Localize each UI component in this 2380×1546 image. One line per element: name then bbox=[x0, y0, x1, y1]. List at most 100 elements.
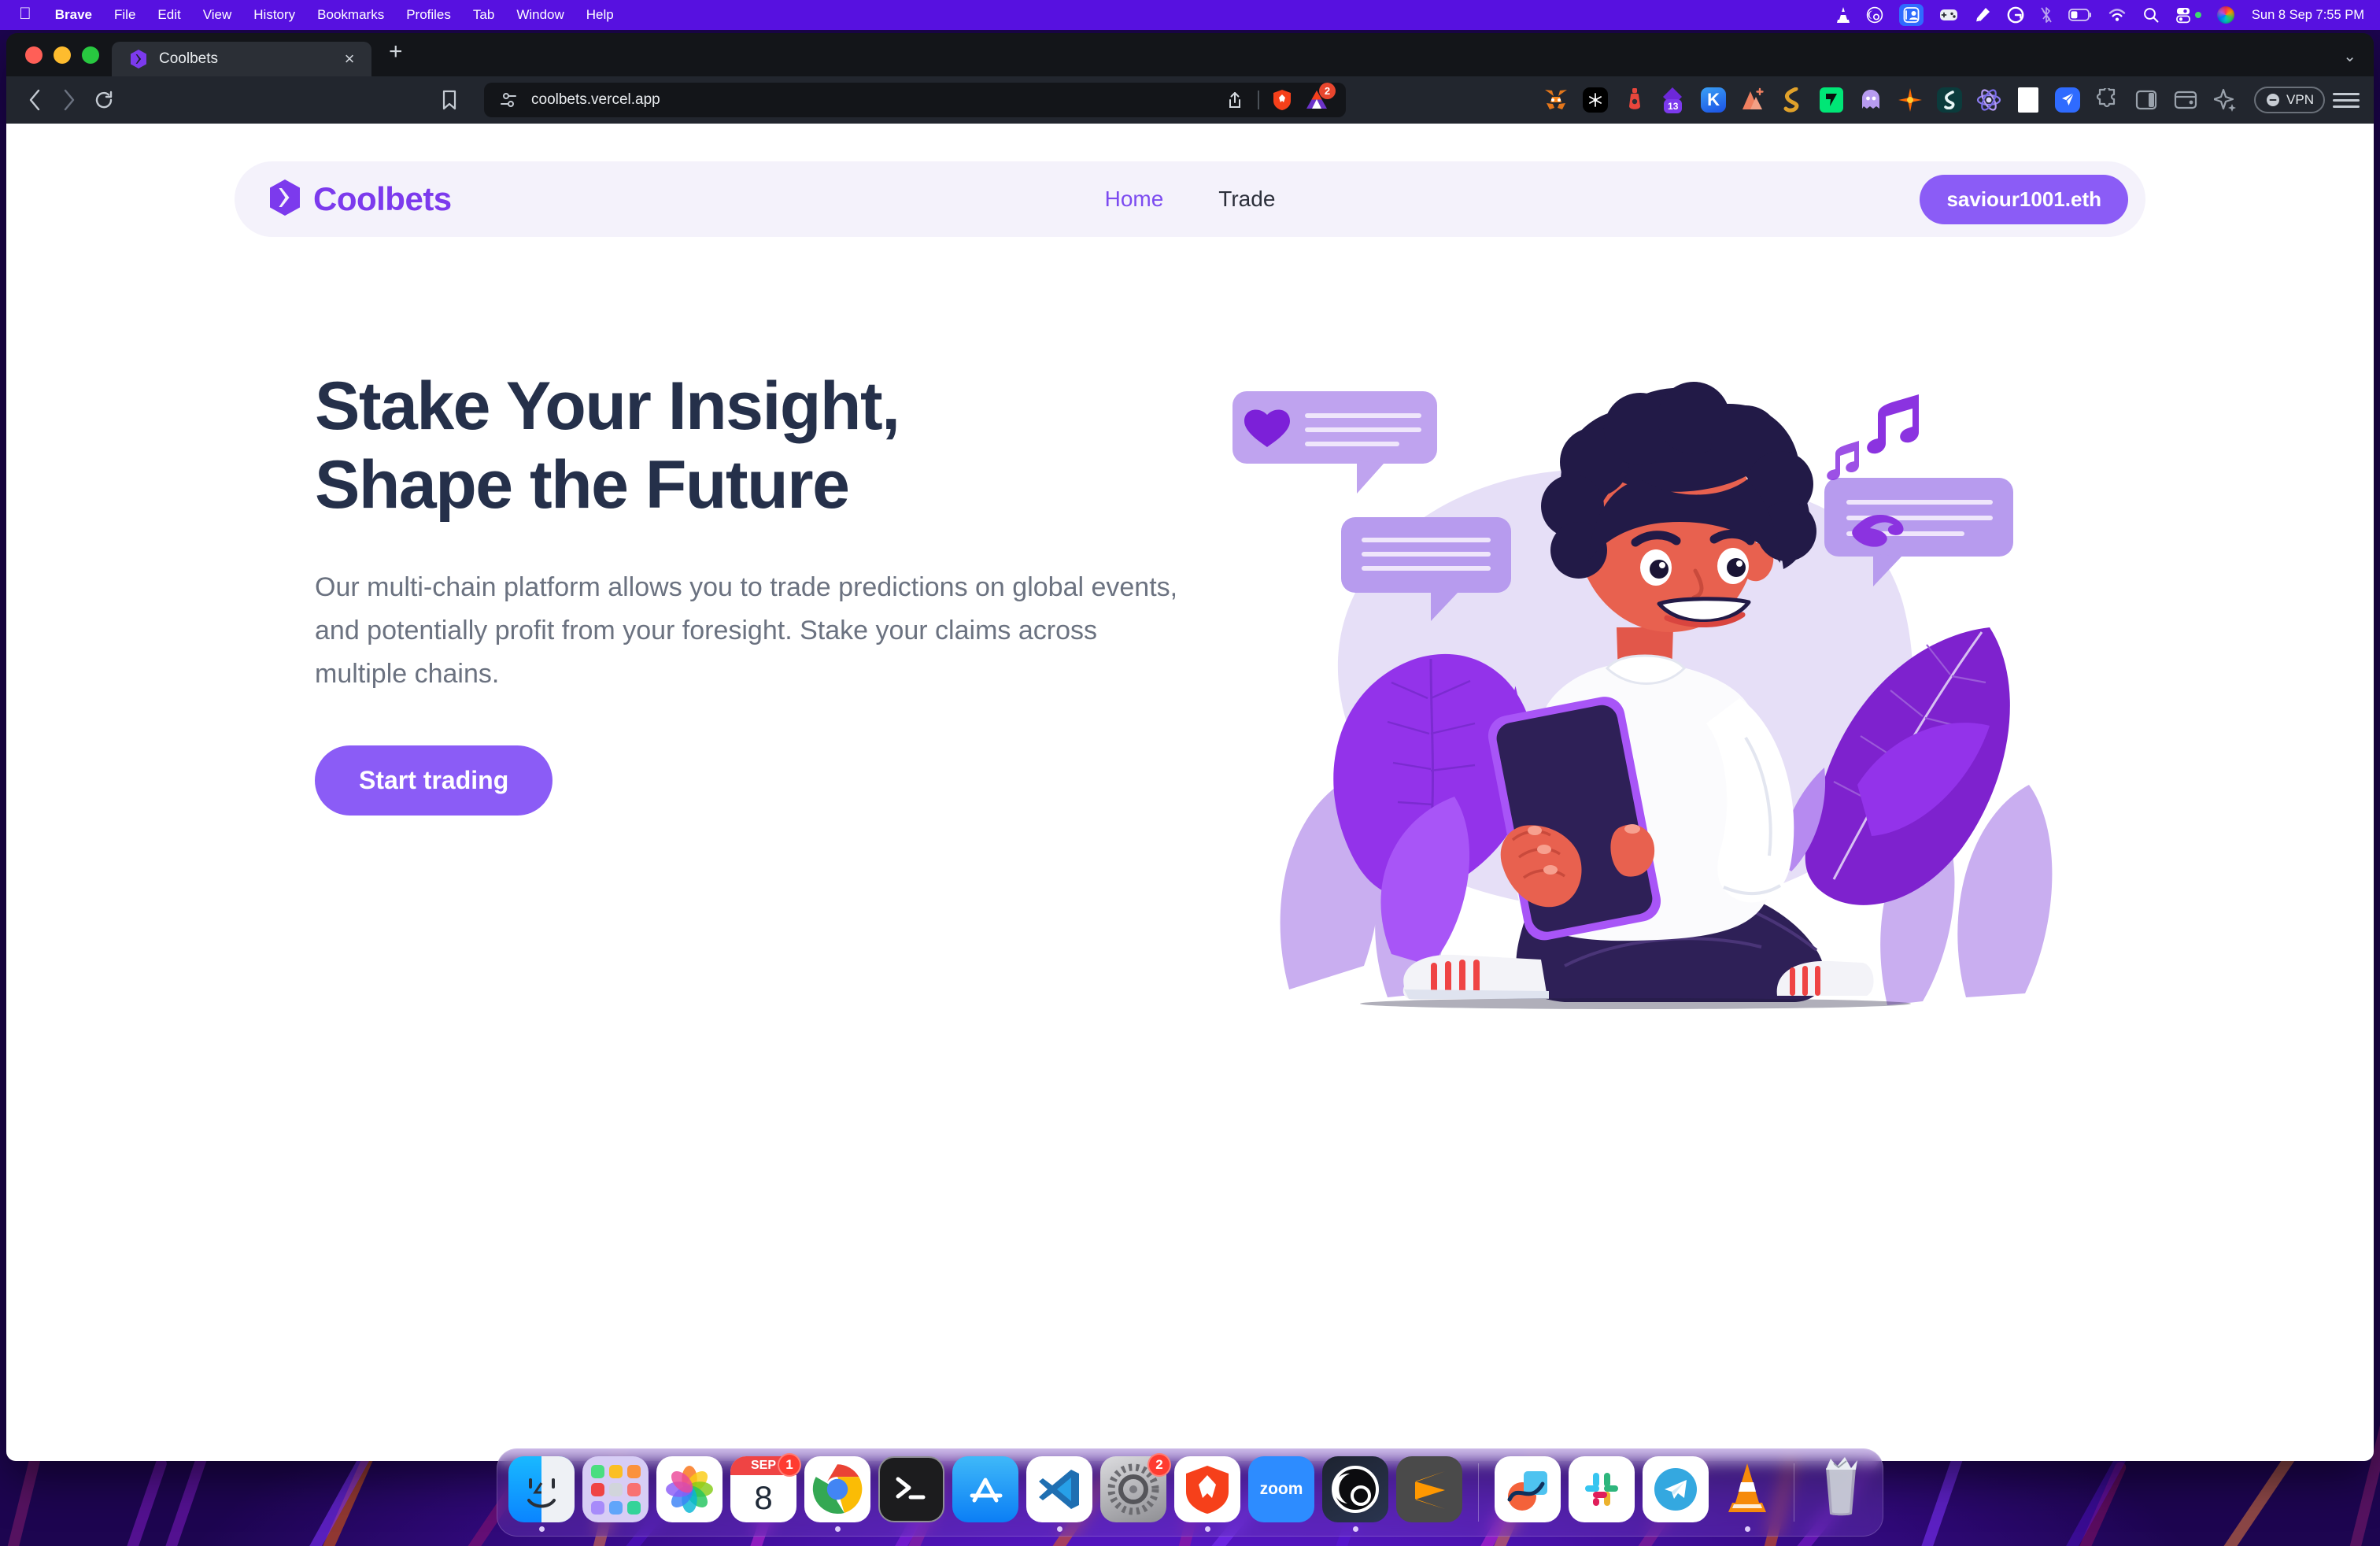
wallet-address-button[interactable]: saviour1001.eth bbox=[1920, 174, 2128, 224]
dock-item-music-app[interactable] bbox=[1495, 1453, 1561, 1532]
dock-running-dot bbox=[1673, 1526, 1679, 1532]
nav-link-home[interactable]: Home bbox=[1105, 187, 1164, 212]
screen-sharing-icon[interactable] bbox=[1891, 0, 1931, 30]
grammarly-icon[interactable] bbox=[1999, 0, 2032, 30]
checkmark-green-icon[interactable] bbox=[1816, 85, 1846, 115]
dock-item-brave-browser[interactable] bbox=[1174, 1453, 1240, 1532]
sui-wallet-icon[interactable] bbox=[1935, 85, 1964, 115]
menu-item-edit[interactable]: Edit bbox=[146, 7, 191, 23]
dock-item-google-chrome[interactable] bbox=[804, 1453, 870, 1532]
window-traffic-lights[interactable] bbox=[14, 33, 112, 76]
vlc-cone-icon[interactable] bbox=[1828, 0, 1858, 30]
dock-item-obs-studio[interactable] bbox=[1322, 1453, 1388, 1532]
dock-item-vs-code[interactable] bbox=[1026, 1453, 1092, 1532]
browser-tab-title: Coolbets bbox=[159, 50, 218, 67]
battery-icon[interactable] bbox=[2060, 0, 2100, 30]
browser-extensions-area[interactable]: 13 K bbox=[1536, 85, 2248, 115]
wifi-icon[interactable] bbox=[2100, 0, 2134, 30]
vpn-label: VPN bbox=[2286, 92, 2314, 107]
white-square-icon[interactable] bbox=[2013, 85, 2043, 115]
dock-item-system-settings[interactable]: 2 bbox=[1100, 1453, 1171, 1532]
bluetooth-off-icon[interactable] bbox=[2032, 0, 2060, 30]
dock-item-sublime-text[interactable] bbox=[1396, 1453, 1462, 1532]
red-bottle-icon[interactable] bbox=[1620, 85, 1650, 115]
dock-running-dot bbox=[1525, 1526, 1531, 1532]
dock-item-trash[interactable] bbox=[1810, 1453, 1872, 1532]
back-button[interactable] bbox=[17, 83, 52, 117]
react-atom-icon[interactable] bbox=[1974, 85, 2004, 115]
close-window-button[interactable] bbox=[25, 46, 42, 64]
minimize-window-button[interactable] bbox=[54, 46, 71, 64]
obs-icon[interactable] bbox=[1858, 0, 1891, 30]
purple-diamond-13-icon[interactable]: 13 bbox=[1659, 85, 1689, 115]
brave-shields-lion-icon[interactable] bbox=[1270, 88, 1294, 112]
menu-item-brave[interactable]: Brave bbox=[44, 7, 103, 23]
site-settings-tune-icon[interactable] bbox=[497, 88, 520, 112]
hero-illustration-column bbox=[1195, 360, 2100, 1147]
ghost-icon[interactable] bbox=[1856, 85, 1886, 115]
menu-item-history[interactable]: History bbox=[242, 7, 306, 23]
menu-item-tab[interactable]: Tab bbox=[462, 7, 505, 23]
share-icon[interactable] bbox=[1223, 88, 1247, 112]
close-tab-button[interactable]: × bbox=[340, 49, 359, 69]
dock-item-slack[interactable] bbox=[1569, 1453, 1635, 1532]
dock-item-photos[interactable] bbox=[656, 1453, 722, 1532]
sidebar-panel-icon[interactable] bbox=[2131, 85, 2161, 115]
hamburger-menu-icon[interactable] bbox=[2333, 92, 2360, 108]
dock-item-app-store[interactable] bbox=[952, 1453, 1018, 1532]
menu-item-profiles[interactable]: Profiles bbox=[395, 7, 462, 23]
dock-item-finder[interactable] bbox=[508, 1453, 575, 1532]
game-controller-icon[interactable] bbox=[1931, 0, 1966, 30]
menu-item-view[interactable]: View bbox=[192, 7, 243, 23]
macos-menu-bar[interactable]:  BraveFileEditViewHistoryBookmarksProfi… bbox=[0, 0, 2380, 30]
address-bar[interactable]: coolbets.vercel.app 2 bbox=[484, 83, 1346, 117]
nav-link-trade[interactable]: Trade bbox=[1218, 187, 1275, 212]
browser-toolbar[interactable]: coolbets.vercel.app 2 13 K VPN bbox=[6, 76, 2374, 124]
avalanche-plus-icon[interactable] bbox=[1738, 85, 1768, 115]
keplr-k-icon[interactable]: K bbox=[1698, 85, 1728, 115]
site-nav-links[interactable]: Home Trade bbox=[1105, 187, 1276, 212]
url-text[interactable]: coolbets.vercel.app bbox=[531, 91, 1212, 109]
vpn-button[interactable]: VPN bbox=[2254, 87, 2325, 113]
brave-rewards-icon[interactable]: 2 bbox=[1305, 83, 1336, 112]
dock-item-terminal[interactable] bbox=[878, 1453, 944, 1532]
snowflake-icon[interactable] bbox=[1580, 85, 1610, 115]
menu-item-help[interactable]: Help bbox=[575, 7, 625, 23]
dock-item-launchpad[interactable] bbox=[582, 1453, 649, 1532]
macos-dock[interactable]: SEP 8 1 2 zoom bbox=[497, 1448, 1883, 1537]
dock-running-dot bbox=[909, 1526, 915, 1532]
browser-tab-coolbets[interactable]: Coolbets × bbox=[112, 42, 371, 76]
menubar-clock[interactable]: Sun 8 Sep 7:55 PM bbox=[2242, 8, 2369, 23]
wallet-icon[interactable] bbox=[2171, 85, 2201, 115]
spotlight-search-icon[interactable] bbox=[2134, 0, 2168, 30]
metamask-fox-icon[interactable] bbox=[1541, 85, 1571, 115]
bookmark-icon[interactable] bbox=[432, 83, 467, 117]
menu-item-window[interactable]: Window bbox=[505, 7, 575, 23]
maximize-window-button[interactable] bbox=[82, 46, 99, 64]
menu-items[interactable]: Brave File Edit View History Bookmarks Profile… bbox=[44, 7, 625, 23]
clipboard-manager-icon[interactable] bbox=[1966, 0, 1999, 30]
new-tab-button[interactable]: + bbox=[371, 39, 420, 70]
dock-item-vlc[interactable] bbox=[1717, 1453, 1778, 1532]
spark-star-icon[interactable] bbox=[1895, 85, 1925, 115]
menu-item-bookmarks[interactable]: Bookmarks bbox=[306, 7, 395, 23]
apple-logo-icon[interactable]:  bbox=[11, 6, 44, 24]
sui-s-icon[interactable] bbox=[1777, 85, 1807, 115]
reload-button[interactable] bbox=[87, 83, 121, 117]
menu-item-file[interactable]: File bbox=[103, 7, 146, 23]
menubar-status-icons[interactable] bbox=[1828, 0, 2242, 30]
dock-item-zoom[interactable]: zoom bbox=[1248, 1453, 1314, 1532]
brand-logo[interactable]: Coolbets bbox=[268, 179, 452, 220]
browser-tab-strip[interactable]: Coolbets × + ⌄ bbox=[6, 33, 2374, 76]
blue-arrow-icon[interactable] bbox=[2053, 85, 2082, 115]
control-center-icon[interactable] bbox=[2168, 0, 2209, 30]
siri-icon[interactable] bbox=[2209, 0, 2242, 30]
puzzle-extensions-icon[interactable] bbox=[2092, 85, 2122, 115]
tab-search-chevron-down-icon[interactable]: ⌄ bbox=[2343, 46, 2356, 66]
start-trading-button[interactable]: Start trading bbox=[315, 745, 553, 816]
page-title: Stake Your Insight, Shape the Future bbox=[315, 368, 900, 523]
dock-item-calendar[interactable]: SEP 8 1 bbox=[730, 1453, 801, 1532]
leo-ai-sparkle-icon[interactable] bbox=[2210, 85, 2240, 115]
forward-button[interactable] bbox=[52, 83, 87, 117]
dock-item-telegram[interactable] bbox=[1643, 1453, 1709, 1532]
